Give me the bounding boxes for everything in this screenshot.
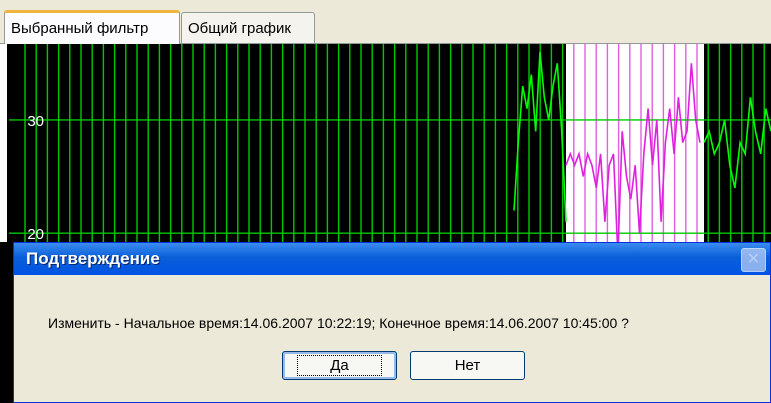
yes-button-label: Да bbox=[297, 355, 382, 376]
close-icon[interactable]: ✕ bbox=[741, 248, 766, 272]
dialog-title: Подтверждение bbox=[26, 249, 160, 268]
chart-left-border bbox=[0, 242, 13, 403]
confirmation-dialog: Подтверждение ✕ Изменить - Начальное вре… bbox=[13, 242, 771, 403]
y-tick-label-0: 30 bbox=[27, 113, 44, 130]
tab-bar: Выбранный фильтр Общий график bbox=[0, 0, 771, 44]
dialog-titlebar: Подтверждение ✕ bbox=[14, 243, 770, 275]
tab-selected-filter[interactable]: Выбранный фильтр bbox=[4, 10, 180, 44]
no-button[interactable]: Нет bbox=[410, 351, 525, 380]
dialog-message: Изменить - Начальное время:14.06.2007 10… bbox=[48, 315, 629, 331]
yes-button[interactable]: Да bbox=[282, 351, 397, 380]
tab-overall-chart[interactable]: Общий график bbox=[181, 12, 315, 43]
y-tick-label-1: 20 bbox=[27, 226, 44, 243]
